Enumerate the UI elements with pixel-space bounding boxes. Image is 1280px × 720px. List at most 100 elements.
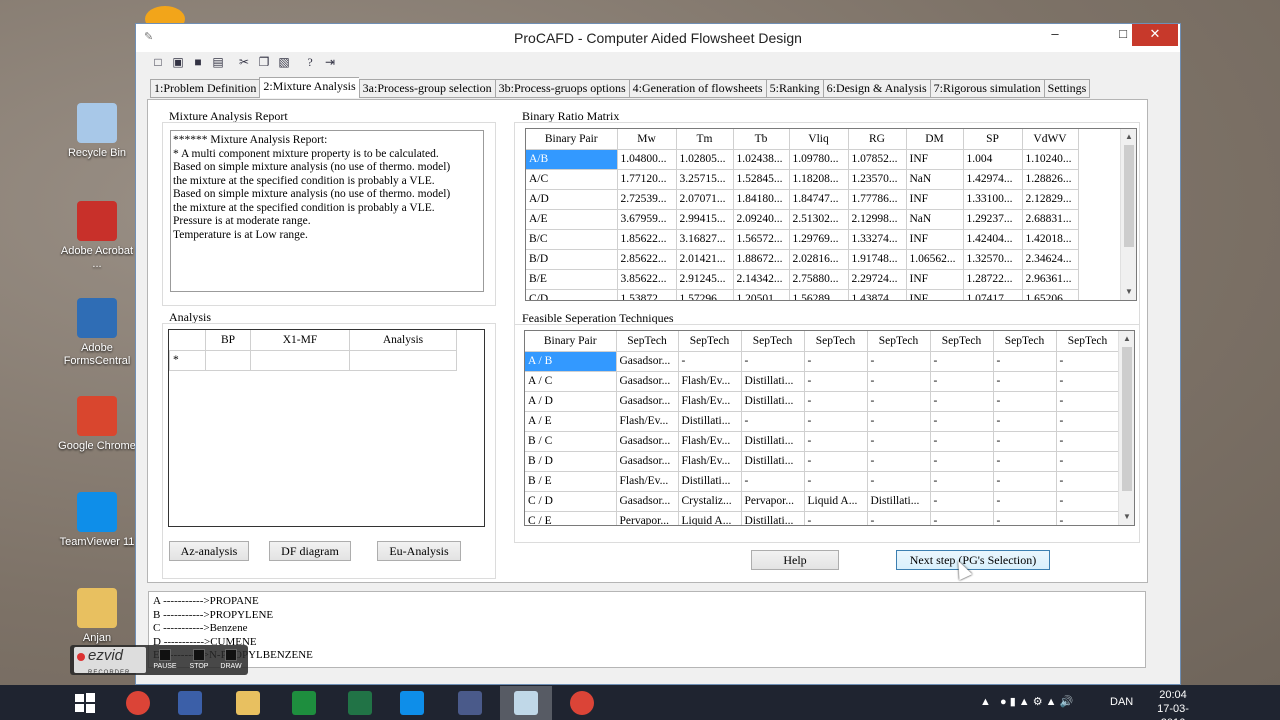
- scroll-down-icon[interactable]: ▼: [1119, 509, 1134, 525]
- column-header[interactable]: VdWV: [1022, 129, 1079, 150]
- grid-cell[interactable]: 1.85622...: [617, 229, 677, 250]
- column-header[interactable]: Mw: [617, 129, 677, 150]
- binary-pair-cell[interactable]: A/D: [526, 189, 618, 210]
- binary-pair-cell[interactable]: A / B: [525, 351, 617, 372]
- grid-cell[interactable]: -: [993, 491, 1057, 512]
- grid-cell[interactable]: 1.28722...: [963, 269, 1023, 290]
- grid-cell[interactable]: 1.52845...: [733, 169, 790, 190]
- grid-cell[interactable]: -: [993, 431, 1057, 452]
- grid-cell[interactable]: 1.84747...: [789, 189, 849, 210]
- grid-cell[interactable]: NaN: [906, 169, 964, 190]
- grid-cell[interactable]: -: [1056, 351, 1120, 372]
- table-row[interactable]: C / E Pervapor... Liquid A... Distillati...…: [525, 511, 1120, 525]
- grid-cell[interactable]: -: [804, 351, 868, 372]
- grid-cell[interactable]: Distillati...: [678, 411, 742, 432]
- grid-cell[interactable]: -: [804, 431, 868, 452]
- tab-1[interactable]: 1:Problem Definition: [150, 79, 260, 98]
- grid-cell[interactable]: 1.29237...: [963, 209, 1023, 230]
- close-button[interactable]: ✕: [1132, 24, 1178, 46]
- grid-cell[interactable]: -: [1056, 411, 1120, 432]
- grid-cell[interactable]: Flash/Ev...: [616, 411, 679, 432]
- eu-analysis-button[interactable]: Eu-Analysis: [377, 541, 461, 561]
- column-header[interactable]: Analysis: [349, 330, 457, 351]
- grid-cell[interactable]: -: [1056, 471, 1120, 492]
- grid-cell[interactable]: Distillati...: [741, 371, 805, 392]
- grid-cell[interactable]: -: [741, 411, 805, 432]
- tab-9[interactable]: Settings: [1043, 79, 1091, 98]
- column-header[interactable]: Tm: [676, 129, 734, 150]
- grid-cell[interactable]: -: [867, 371, 931, 392]
- save-icon[interactable]: ■: [190, 54, 206, 70]
- grid-cell[interactable]: Flash/Ev...: [678, 431, 742, 452]
- grid-cell[interactable]: 3.25715...: [676, 169, 734, 190]
- grid-cell[interactable]: 1.07417: [963, 289, 1023, 300]
- feasible-scrollbar[interactable]: ▲ ▼: [1118, 331, 1134, 525]
- grid-cell[interactable]: -: [1056, 451, 1120, 472]
- tab-5[interactable]: 4:Generation of flowsheets: [628, 79, 766, 98]
- binary-ratio-scrollbar[interactable]: ▲ ▼: [1120, 129, 1136, 300]
- desktop-icon[interactable]: Google Chrome: [58, 396, 136, 453]
- tab-3[interactable]: 3a:Process-group selection: [358, 79, 495, 98]
- grid-cell[interactable]: 1.42404...: [963, 229, 1023, 250]
- column-header[interactable]: X1-MF: [250, 330, 350, 351]
- grid-cell[interactable]: 1.28826...: [1022, 169, 1079, 190]
- grid-cell[interactable]: 1.53872: [617, 289, 677, 300]
- grid-cell[interactable]: 1.56289: [789, 289, 849, 300]
- grid-cell[interactable]: [205, 349, 251, 371]
- grid-cell[interactable]: 1.42974...: [963, 169, 1023, 190]
- table-row[interactable]: B / C Gasadsor... Flash/Ev... Distillati...…: [525, 431, 1120, 452]
- grid-cell[interactable]: Gasadsor...: [616, 451, 679, 472]
- table-row[interactable]: A/B 1.04800... 1.02805... 1.02438... 1.09780…: [526, 149, 1079, 170]
- grid-cell[interactable]: 2.14342...: [733, 269, 790, 290]
- print-icon[interactable]: ▤: [210, 54, 226, 70]
- grid-cell[interactable]: -: [993, 511, 1057, 525]
- grid-cell[interactable]: 2.34624...: [1022, 249, 1079, 270]
- column-header[interactable]: DM: [906, 129, 964, 150]
- grid-cell[interactable]: Gasadsor...: [616, 391, 679, 412]
- taskbar-app-procafd[interactable]: [500, 686, 552, 720]
- grid-cell[interactable]: -: [804, 411, 868, 432]
- column-header[interactable]: BP: [205, 330, 251, 351]
- grid-cell[interactable]: -: [741, 351, 805, 372]
- grid-cell[interactable]: 1.33100...: [963, 189, 1023, 210]
- column-header[interactable]: SepTech: [616, 331, 679, 352]
- grid-cell[interactable]: -: [1056, 491, 1120, 512]
- grid-cell[interactable]: 1.23570...: [848, 169, 907, 190]
- draw-button[interactable]: DRAW: [216, 647, 246, 673]
- grid-cell[interactable]: 1.65206: [1022, 289, 1079, 300]
- grid-cell[interactable]: 2.85622...: [617, 249, 677, 270]
- grid-cell[interactable]: 2.02816...: [789, 249, 849, 270]
- grid-cell[interactable]: -: [930, 491, 994, 512]
- grid-cell[interactable]: Distillati...: [741, 391, 805, 412]
- grid-cell[interactable]: 1.004: [963, 149, 1023, 170]
- grid-cell[interactable]: Distillati...: [741, 451, 805, 472]
- grid-cell[interactable]: Pervapor...: [741, 491, 805, 512]
- grid-cell[interactable]: -: [930, 351, 994, 372]
- grid-cell[interactable]: 1.07852...: [848, 149, 907, 170]
- stop-button[interactable]: STOP: [184, 647, 214, 673]
- grid-cell[interactable]: -: [993, 371, 1057, 392]
- grid-cell[interactable]: 2.91245...: [676, 269, 734, 290]
- grid-cell[interactable]: 2.99415...: [676, 209, 734, 230]
- grid-cell[interactable]: -: [930, 411, 994, 432]
- grid-cell[interactable]: 1.02438...: [733, 149, 790, 170]
- binary-pair-cell[interactable]: A/C: [526, 169, 618, 190]
- table-row[interactable]: A/C 1.77120... 3.25715... 1.52845... 1.18208…: [526, 169, 1079, 190]
- grid-cell[interactable]: Flash/Ev...: [678, 451, 742, 472]
- grid-cell[interactable]: Gasadsor...: [616, 491, 679, 512]
- grid-cell[interactable]: -: [1056, 371, 1120, 392]
- grid-cell[interactable]: Distillati...: [867, 491, 931, 512]
- grid-cell[interactable]: 1.29769...: [789, 229, 849, 250]
- grid-cell[interactable]: -: [804, 391, 868, 412]
- minimize-button[interactable]: –: [1040, 24, 1070, 46]
- desktop-icon[interactable]: Anjan: [58, 588, 136, 645]
- taskbar-app-procafd-doc[interactable]: [164, 686, 216, 720]
- grid-cell[interactable]: 1.04800...: [617, 149, 677, 170]
- analysis-grid[interactable]: BP X1-MF Analysis *: [168, 329, 485, 527]
- grid-cell[interactable]: 1.77120...: [617, 169, 677, 190]
- taskbar-app-link-app[interactable]: [444, 686, 496, 720]
- grid-cell[interactable]: -: [993, 351, 1057, 372]
- new-icon[interactable]: □: [150, 54, 166, 70]
- binary-pair-cell[interactable]: B/E: [526, 269, 618, 290]
- grid-cell[interactable]: 1.32570...: [963, 249, 1023, 270]
